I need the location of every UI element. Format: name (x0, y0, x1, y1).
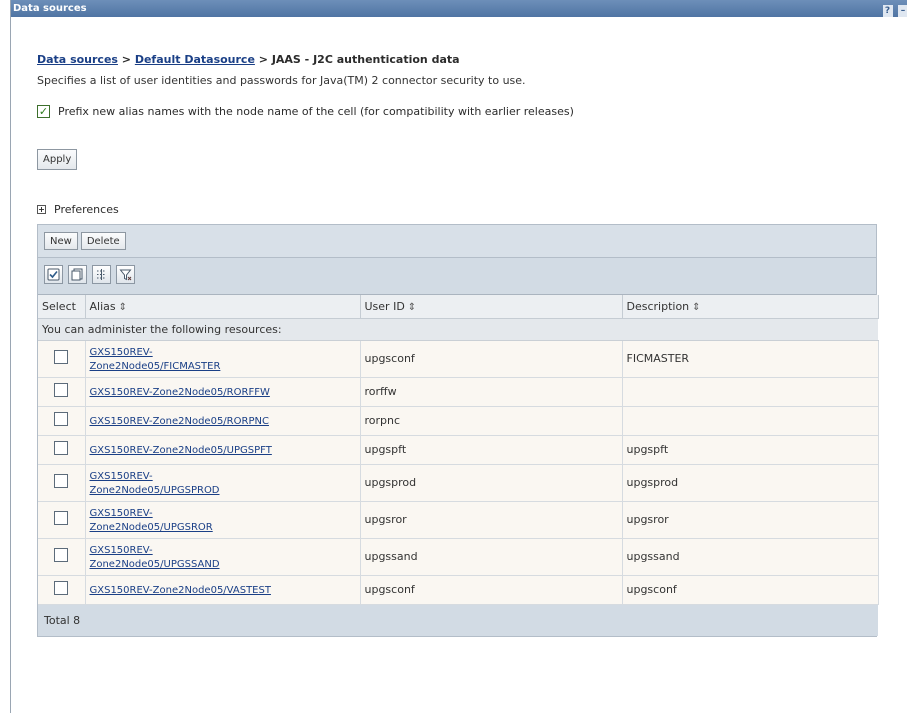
description-cell: upgssand (622, 538, 879, 576)
alias-link[interactable]: GXS150REV-Zone2Node05/RORFFW (90, 387, 270, 398)
alias-link[interactable]: GXS150REV- Zone2Node05/UPGSROR (90, 508, 213, 533)
alias-link[interactable]: GXS150REV- Zone2Node05/UPGSPROD (90, 471, 220, 496)
select-all-icon[interactable] (44, 265, 63, 284)
breadcrumb-current: JAAS - J2C authentication data (271, 53, 460, 66)
help-icon[interactable]: ? (882, 5, 893, 17)
table-row: GXS150REV- Zone2Node05/UPGSSAND upgssand … (38, 538, 879, 576)
user-id-cell: upgsror (360, 501, 623, 539)
preferences-toggle[interactable]: + Preferences (37, 203, 119, 216)
row-select-checkbox[interactable] (54, 474, 69, 488)
aliases-panel: New Delete Select Alias ⇕ User ID ⇕ Desc… (37, 224, 879, 637)
alias-link[interactable]: GXS150REV-Zone2Node05/VASTEST (90, 585, 271, 596)
user-id-cell: rorffw (360, 377, 623, 407)
admin-message-row: You can administer the following resourc… (38, 318, 878, 341)
alias-link[interactable]: GXS150REV- Zone2Node05/UPGSSAND (90, 545, 220, 570)
portlet-titlebar: Data sources ? – (11, 0, 907, 17)
breadcrumb-default-datasource-link[interactable]: Default Datasource (135, 53, 255, 66)
user-id-cell: upgsconf (360, 340, 623, 378)
user-id-cell: upgsprod (360, 464, 623, 502)
alias-link[interactable]: GXS150REV-Zone2Node05/RORPNC (90, 416, 269, 427)
show-filter-icon[interactable] (92, 265, 111, 284)
user-id-column-header[interactable]: User ID ⇕ (360, 295, 623, 319)
deselect-all-icon[interactable] (68, 265, 87, 284)
user-id-cell: upgsconf (360, 575, 623, 605)
minimize-icon[interactable]: – (898, 5, 907, 17)
alias-link[interactable]: GXS150REV- Zone2Node05/FICMASTER (90, 347, 221, 372)
prefix-alias-checkbox[interactable] (37, 105, 50, 118)
action-toolbar: New Delete (38, 225, 876, 258)
select-column-header: Select (38, 295, 86, 319)
breadcrumb-separator: > (117, 53, 135, 66)
description-cell: FICMASTER (622, 340, 879, 378)
row-select-checkbox[interactable] (54, 350, 69, 364)
description-cell: upgsror (622, 501, 879, 539)
row-select-checkbox[interactable] (54, 441, 69, 455)
user-id-cell: upgspft (360, 435, 623, 465)
apply-button[interactable]: Apply (37, 149, 78, 170)
description-cell (622, 406, 879, 436)
delete-button[interactable]: Delete (80, 232, 126, 250)
table-row: GXS150REV- Zone2Node05/UPGSROR upgsror up… (38, 501, 879, 539)
table-row: GXS150REV- Zone2Node05/UPGSPROD upgsprod … (38, 464, 879, 502)
sort-icon[interactable]: ⇕ (408, 302, 416, 313)
table-row: GXS150REV-Zone2Node05/VASTEST upgsconf u… (38, 575, 879, 605)
sort-icon[interactable]: ⇕ (692, 302, 700, 313)
table-row: GXS150REV-Zone2Node05/RORPNC rorpnc (38, 406, 879, 436)
description-cell: upgsprod (622, 464, 879, 502)
total-count: Total 8 (38, 604, 878, 636)
expand-icon[interactable]: + (37, 205, 46, 214)
preferences-label: Preferences (54, 203, 119, 216)
table-row: GXS150REV-Zone2Node05/RORFFW rorffw (38, 377, 879, 407)
row-select-checkbox[interactable] (54, 511, 69, 525)
prefix-alias-label: Prefix new alias names with the node nam… (58, 105, 574, 118)
new-button[interactable]: New (44, 232, 78, 250)
alias-column-header[interactable]: Alias ⇕ (85, 295, 361, 319)
clear-filter-icon[interactable] (116, 265, 135, 284)
sort-icon[interactable]: ⇕ (119, 302, 127, 313)
description-column-header[interactable]: Description ⇕ (622, 295, 879, 319)
alias-link[interactable]: GXS150REV-Zone2Node05/UPGSPFT (90, 445, 272, 456)
description-cell (622, 377, 879, 407)
table-row: GXS150REV- Zone2Node05/FICMASTER upgsconf… (38, 340, 879, 378)
table-row: GXS150REV-Zone2Node05/UPGSPFT upgspft up… (38, 435, 879, 465)
breadcrumb: Data sources > Default Datasource > JAAS… (37, 53, 460, 66)
row-select-checkbox[interactable] (54, 548, 69, 562)
breadcrumb-separator: > (254, 53, 272, 66)
user-id-cell: rorpnc (360, 406, 623, 436)
breadcrumb-data-sources-link[interactable]: Data sources (37, 53, 118, 66)
portlet-title: Data sources (13, 3, 87, 14)
description-cell: upgspft (622, 435, 879, 465)
prefix-alias-option: Prefix new alias names with the node nam… (37, 105, 574, 118)
row-select-checkbox[interactable] (54, 412, 69, 426)
table-header-row: Select Alias ⇕ User ID ⇕ Description ⇕ (38, 295, 879, 319)
row-select-checkbox[interactable] (54, 383, 69, 397)
aliases-table: Select Alias ⇕ User ID ⇕ Description ⇕ You … (38, 295, 879, 636)
user-id-cell: upgssand (360, 538, 623, 576)
data-sources-portlet: Data sources ? – Data sources > Default … (10, 0, 907, 713)
page-description: Specifies a list of user identities and … (37, 74, 526, 87)
selection-toolbar (38, 258, 876, 295)
admin-message: You can administer the following resourc… (38, 318, 878, 341)
description-cell: upgsconf (622, 575, 879, 605)
row-select-checkbox[interactable] (54, 581, 69, 595)
total-row: Total 8 (38, 604, 878, 636)
